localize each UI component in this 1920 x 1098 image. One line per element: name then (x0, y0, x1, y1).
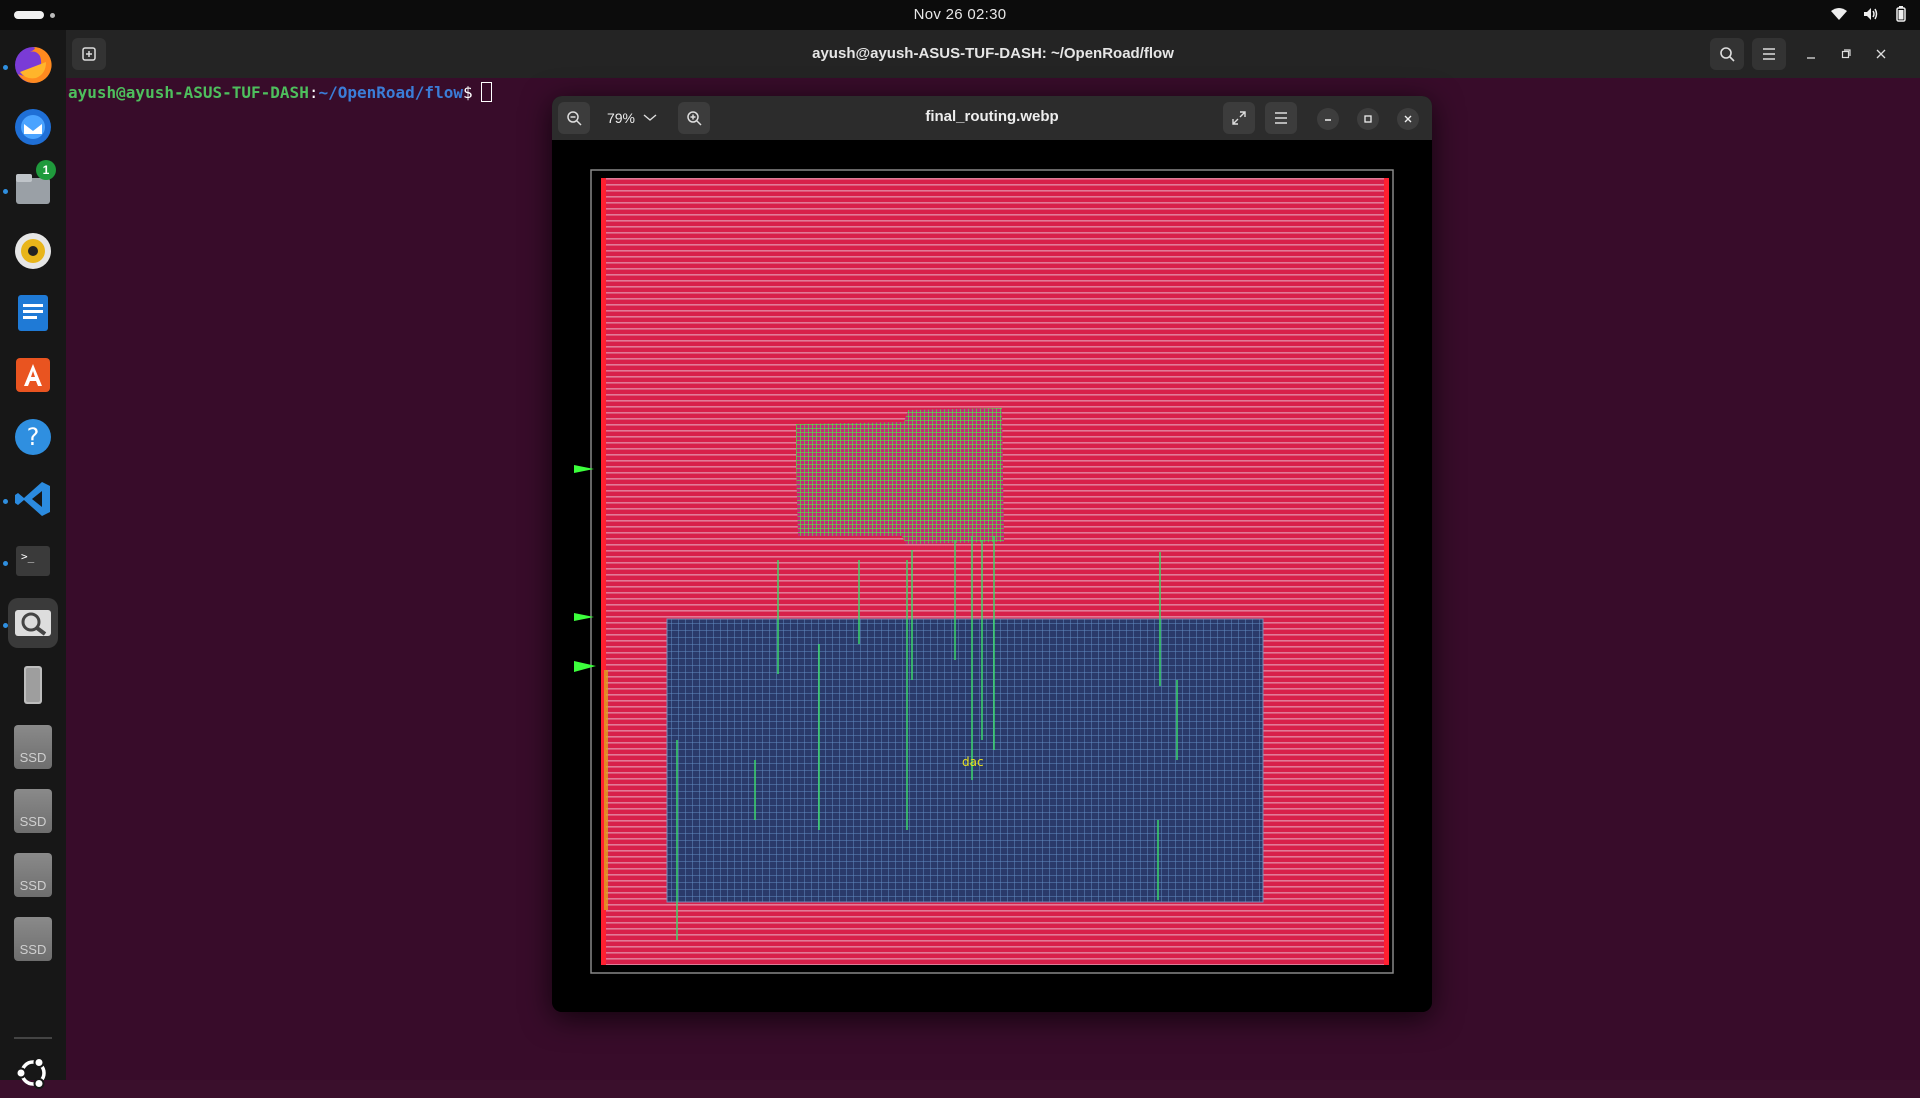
files-launcher[interactable]: 1 (8, 160, 58, 214)
svg-text:>_: >_ (21, 550, 35, 563)
ssd-icon: SSD (14, 853, 52, 897)
firefox-icon (15, 46, 52, 83)
terminal-icon: >_ (16, 546, 50, 576)
close-icon (1876, 49, 1886, 59)
thunderbird-launcher[interactable] (8, 102, 58, 152)
io-pin-markers (574, 465, 596, 672)
ssd-drive-1[interactable]: SSD (8, 722, 58, 772)
vscode-running-dot (3, 499, 8, 504)
ssd-drive-3[interactable]: SSD (8, 850, 58, 900)
dock: 1 ? >_ SSD SSD SSD SSD (0, 30, 66, 1089)
image-viewer-launcher[interactable] (8, 598, 58, 648)
drive-icon (24, 666, 42, 704)
standard-cell-cluster (796, 408, 1004, 544)
macro-label: dac (962, 755, 984, 769)
volume-icon (1862, 7, 1880, 25)
power-strap (604, 670, 608, 910)
routing-layout-image: dac (574, 169, 1394, 974)
prompt-path: ~/OpenRoad/flow (318, 83, 463, 102)
viewer-title: final_routing.webp (925, 108, 1059, 125)
files-running-dot (3, 189, 8, 194)
search-button[interactable] (1710, 38, 1744, 70)
ssd-drive-2[interactable]: SSD (8, 786, 58, 836)
restore-button[interactable] (1829, 38, 1863, 70)
rhythmbox-launcher[interactable] (8, 226, 58, 276)
prompt-symbol: $ (462, 83, 473, 102)
thunderbird-icon (15, 109, 51, 145)
ssd-drive-4[interactable]: SSD (8, 914, 58, 964)
hamburger-menu-icon (1275, 112, 1287, 124)
core-right-edge (1384, 178, 1389, 965)
viewer-menu-button[interactable] (1265, 102, 1297, 134)
minimize-button[interactable] (1794, 38, 1828, 70)
writer-launcher[interactable] (8, 288, 58, 338)
top-bar: Nov 26 02:30 (0, 0, 1920, 30)
firefox-launcher[interactable] (8, 40, 58, 90)
close-icon (1404, 115, 1412, 123)
usb-drive-launcher[interactable] (8, 660, 58, 710)
system-tray[interactable] (1830, 6, 1908, 26)
app-center-launcher[interactable] (8, 350, 58, 400)
image-viewer-running-dot (3, 623, 8, 628)
fullscreen-icon (1232, 111, 1246, 125)
rhythmbox-icon (15, 233, 51, 269)
minimize-icon (1325, 119, 1331, 121)
app-center-icon (16, 358, 50, 392)
image-viewer-window: 79% final_routing.webp dac (552, 96, 1432, 1012)
vscode-icon (15, 482, 50, 516)
restore-icon (1841, 49, 1851, 59)
menu-button[interactable] (1752, 38, 1786, 70)
maximize-icon (1364, 115, 1372, 123)
files-notification-badge: 1 (36, 160, 56, 180)
terminal-title: ayush@ayush-ASUS-TUF-DASH: ~/OpenRoad/fl… (812, 45, 1174, 62)
help-icon: ? (15, 419, 51, 455)
viewer-headerbar: 79% final_routing.webp (552, 96, 1432, 140)
prompt-user: ayush@ayush-ASUS-TUF-DASH (68, 83, 309, 102)
terminal-content[interactable]: ayush@ayush-ASUS-TUF-DASH:~/OpenRoad/flo… (68, 78, 492, 108)
dock-divider (14, 1037, 52, 1039)
show-apps-button[interactable] (8, 1048, 58, 1098)
image-canvas[interactable]: dac (552, 140, 1432, 1012)
firefox-running-dot (3, 65, 8, 70)
document-writer-icon (18, 295, 48, 331)
terminal-running-dot (3, 561, 8, 566)
ssd-icon: SSD (14, 725, 52, 769)
fullscreen-button[interactable] (1223, 102, 1255, 134)
close-button[interactable] (1864, 38, 1898, 70)
text-cursor (480, 82, 492, 102)
terminal-launcher[interactable]: >_ (8, 536, 58, 586)
clock[interactable]: Nov 26 02:30 (0, 6, 1920, 23)
viewer-maximize-button[interactable] (1357, 108, 1379, 130)
battery-icon (1894, 6, 1908, 26)
hamburger-menu-icon (1763, 48, 1775, 60)
help-launcher[interactable]: ? (8, 412, 58, 462)
ssd-icon: SSD (14, 789, 52, 833)
svg-text:?: ? (27, 423, 40, 451)
ubuntu-logo-icon (15, 1057, 46, 1089)
minimize-icon (1807, 57, 1815, 59)
viewer-minimize-button[interactable] (1317, 108, 1339, 130)
image-viewer-icon (15, 610, 51, 636)
viewer-close-button[interactable] (1397, 108, 1419, 130)
vscode-launcher[interactable] (8, 474, 58, 524)
search-icon (1720, 47, 1735, 62)
terminal-headerbar: ayush@ayush-ASUS-TUF-DASH: ~/OpenRoad/fl… (66, 30, 1920, 78)
ssd-icon: SSD (14, 917, 52, 961)
wifi-icon (1830, 7, 1848, 25)
